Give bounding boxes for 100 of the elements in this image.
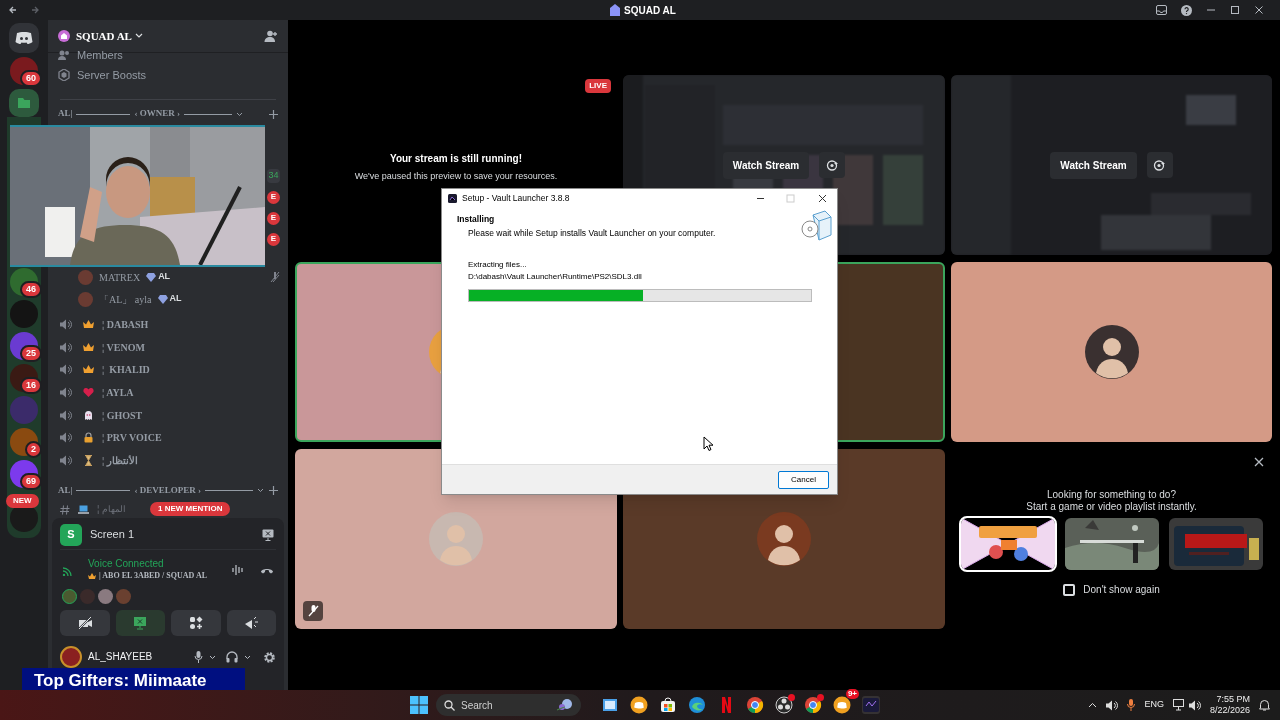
- category-prefix: AL|: [58, 484, 73, 498]
- watch-stream-button[interactable]: Watch Stream: [1050, 151, 1137, 179]
- add-friend-icon[interactable]: [264, 30, 278, 42]
- preview-button[interactable]: [1146, 152, 1173, 178]
- screen-share-label: Screen 1: [90, 527, 135, 543]
- category-prefix: AL|: [58, 107, 73, 121]
- cancel-button[interactable]: Cancel: [778, 470, 829, 489]
- language-indicator[interactable]: ENG: [1144, 698, 1164, 712]
- clock-time[interactable]: 7:55 PM: [1216, 694, 1250, 705]
- chevron-down-icon[interactable]: [236, 111, 243, 117]
- server-boosts-link[interactable]: Server Boosts: [77, 69, 147, 81]
- user-avatar: [429, 512, 483, 566]
- eye-icon: [1153, 159, 1167, 171]
- close-icon[interactable]: [818, 193, 827, 203]
- maximize-icon[interactable]: [1230, 5, 1240, 15]
- boost-icon: [58, 69, 70, 81]
- close-icon[interactable]: [1254, 5, 1264, 15]
- member-name[interactable]: MATREX: [99, 269, 141, 285]
- checkbox[interactable]: [1063, 583, 1076, 596]
- screen-share-button[interactable]: [115, 610, 165, 636]
- member-tag: AL: [158, 270, 171, 284]
- voice-channel[interactable]: ¦ VENOM: [102, 339, 145, 355]
- category-name[interactable]: ‹ OWNER ›: [134, 107, 180, 121]
- speaker-icon: [60, 386, 72, 398]
- search-field[interactable]: Search: [436, 694, 581, 716]
- member-name[interactable]: 「AL」 ayla: [99, 291, 152, 307]
- store-icon[interactable]: [659, 696, 677, 714]
- new-pill[interactable]: NEW: [6, 494, 39, 508]
- camera-off-button[interactable]: [60, 610, 110, 636]
- voice-channel[interactable]: ¦ PRV VOICE: [102, 430, 162, 446]
- chevron-down-icon[interactable]: [257, 488, 264, 494]
- discord-icon[interactable]: [833, 696, 851, 714]
- cursor-icon: [703, 436, 713, 451]
- chrome-icon[interactable]: [746, 696, 764, 714]
- lock-icon: [83, 432, 94, 444]
- windows-start-icon[interactable]: [410, 696, 428, 714]
- preview-button[interactable]: [819, 152, 846, 178]
- close-icon[interactable]: [1254, 457, 1264, 467]
- dialog-heading: Installing: [457, 213, 496, 226]
- server-icon: [610, 4, 620, 16]
- obs-icon[interactable]: [775, 696, 793, 714]
- members-icon: [58, 50, 70, 60]
- network-icon[interactable]: [1172, 699, 1186, 711]
- media-icon[interactable]: [601, 696, 619, 714]
- disconnect-icon[interactable]: [260, 566, 274, 574]
- add-channel-icon[interactable]: [269, 109, 278, 119]
- back-icon[interactable]: [8, 5, 18, 15]
- server-name[interactable]: SQUAD AL: [76, 27, 132, 45]
- chevron-down-icon[interactable]: [244, 654, 251, 660]
- member-tag: AL: [169, 292, 182, 306]
- chevron-down-icon[interactable]: [209, 654, 216, 660]
- help-icon[interactable]: [1181, 4, 1192, 16]
- server-icon: [58, 30, 70, 42]
- speaker-icon: [60, 432, 72, 444]
- folder-icon[interactable]: [9, 89, 39, 117]
- voice-status: Voice Connected: [88, 558, 165, 570]
- settings-icon[interactable]: [263, 650, 276, 664]
- inbox-icon[interactable]: [1156, 5, 1167, 15]
- speaker-icon: [60, 364, 72, 376]
- soundboard-icon[interactable]: [232, 564, 244, 576]
- category-name[interactable]: ‹ DEVELOPER ›: [134, 484, 201, 498]
- volume-icon[interactable]: [1188, 699, 1201, 711]
- discord-icon[interactable]: [630, 696, 648, 714]
- microphone-icon[interactable]: [194, 651, 203, 663]
- soundboard-button[interactable]: [226, 610, 276, 636]
- voice-channel[interactable]: ¦ الأنتظار: [102, 452, 138, 468]
- voice-channel[interactable]: ¦ KHALID: [102, 362, 150, 378]
- speaker-icon: [60, 454, 72, 466]
- text-channel-icon: [60, 504, 70, 515]
- gem-icon: [146, 272, 157, 282]
- eye-icon: [825, 159, 839, 171]
- launcher-icon[interactable]: [862, 696, 880, 714]
- app-icon: [448, 193, 457, 203]
- discord-logo-icon[interactable]: [9, 23, 39, 53]
- mention-pill[interactable]: 1 NEW MENTION: [150, 502, 231, 516]
- chrome-icon[interactable]: [804, 696, 822, 714]
- members-link[interactable]: Members: [77, 49, 123, 61]
- voice-channel-link[interactable]: | ABO EL 3ABED / SQUAD AL: [99, 570, 207, 582]
- text-channel[interactable]: ¦ المهام: [97, 503, 126, 517]
- watch-stream-button[interactable]: Watch Stream: [722, 151, 810, 179]
- forward-icon[interactable]: [30, 5, 40, 15]
- notification-bell-icon[interactable]: [1259, 699, 1270, 711]
- microphone-icon[interactable]: [1127, 699, 1136, 711]
- activities-button[interactable]: [171, 610, 221, 636]
- add-channel-icon[interactable]: [269, 486, 278, 496]
- user-avatar: [78, 269, 93, 285]
- edge-icon[interactable]: [688, 696, 706, 714]
- voice-channel[interactable]: ¦ AYLA: [102, 384, 134, 400]
- file-path: D:\dabash\Vault Launcher\Runtime\PS2\SDL3.dll: [468, 271, 643, 283]
- clock-date[interactable]: 8/22/2026: [1209, 705, 1250, 716]
- heart-icon: [83, 386, 94, 398]
- live-tag: E: [267, 211, 280, 225]
- speaker-icon: [60, 341, 72, 353]
- volume-icon[interactable]: [1106, 699, 1119, 711]
- voice-channel[interactable]: ¦ GHOST: [102, 407, 143, 423]
- stop-stream-icon[interactable]: [262, 528, 274, 541]
- chevron-up-icon[interactable]: [1088, 702, 1098, 708]
- voice-channel[interactable]: ¦ DABASH: [102, 316, 149, 332]
- headphones-icon[interactable]: [226, 651, 238, 663]
- window-title: SQUAD AL: [624, 3, 676, 18]
